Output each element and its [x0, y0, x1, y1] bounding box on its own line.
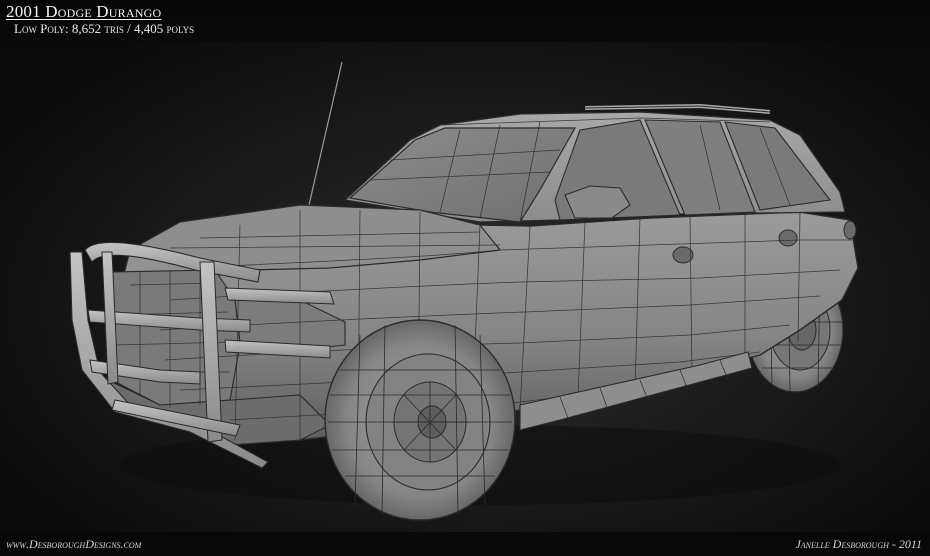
portfolio-render: 2001 Dodge Durango Low Poly: 8,652 tris … [0, 0, 930, 556]
author-credit: Janelle Desborough - 2011 [795, 537, 922, 551]
antenna [308, 61, 343, 206]
header-bar: 2001 Dodge Durango Low Poly: 8,652 tris … [0, 0, 930, 42]
front-wheel [324, 319, 516, 521]
footer-bar: www.DesboroughDesigns.com Janelle Desbor… [0, 532, 930, 556]
poly-count-caption: Low Poly: 8,652 tris / 4,405 polys [14, 21, 195, 36]
suv-wireframe-render [69, 61, 859, 521]
website-credit: www.DesboroughDesigns.com [6, 537, 142, 551]
model-title: 2001 Dodge Durango [6, 2, 162, 21]
